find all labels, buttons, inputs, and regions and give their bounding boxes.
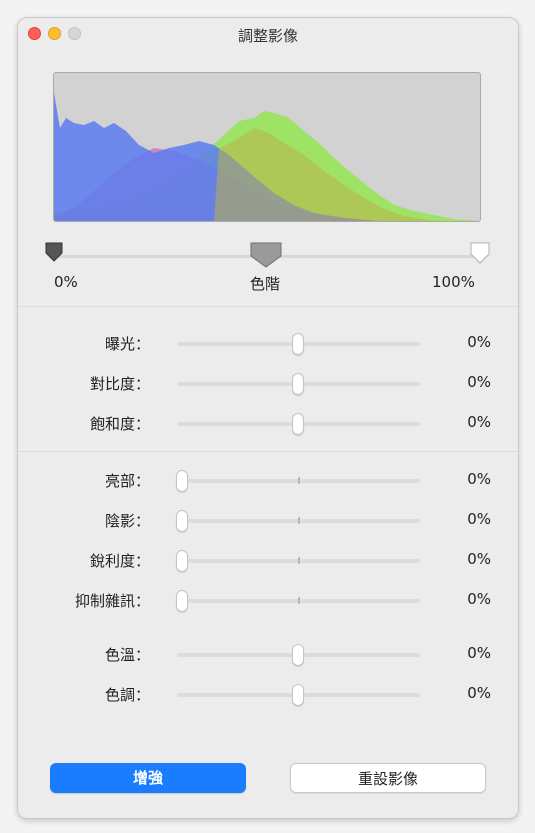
saturation-slider-knob[interactable] [292, 413, 304, 435]
contrast-slider-knob[interactable] [292, 373, 304, 395]
highlights-center-tick [298, 477, 300, 484]
shadows-value: 0% [467, 510, 491, 528]
sharpness-slider-knob[interactable] [176, 550, 188, 572]
divider [18, 451, 518, 452]
histogram [53, 72, 481, 222]
noise-reduction-slider-knob[interactable] [176, 590, 188, 612]
levels-max-label: 100% [432, 273, 475, 291]
temperature-slider-knob[interactable] [292, 644, 304, 666]
reset-image-button[interactable]: 重設影像 [290, 763, 486, 793]
levels-title-label: 色階 [250, 275, 281, 293]
histogram-overlap [214, 128, 434, 221]
tint-value: 0% [467, 684, 491, 702]
exposure-value: 0% [467, 333, 491, 351]
temperature-label: 色溫： [104, 646, 150, 664]
histogram-graph [54, 93, 480, 221]
saturation-value: 0% [467, 413, 491, 431]
levels-min-label: 0% [54, 273, 78, 291]
exposure-slider-knob[interactable] [292, 333, 304, 355]
title-bar: 調整影像 [18, 18, 518, 50]
sharpness-center-tick [298, 557, 300, 564]
divider [18, 306, 518, 307]
levels-white-point-handle[interactable] [470, 242, 490, 264]
sharpness-value: 0% [467, 550, 491, 568]
exposure-label: 曝光： [104, 335, 150, 353]
tint-slider-knob[interactable] [292, 684, 304, 706]
sharpness-label: 銳利度： [89, 552, 150, 570]
shadows-slider-knob[interactable] [176, 510, 188, 532]
contrast-value: 0% [467, 373, 491, 391]
adjust-image-window: 調整影像 0% 色階 100% 曝光： 0% 對比度： 0% 飽和度： 0% 亮… [17, 17, 519, 819]
noise-reduction-center-tick [298, 597, 300, 604]
levels-black-point-handle[interactable] [45, 242, 63, 262]
levels-midtone-handle[interactable] [250, 242, 282, 268]
shadows-label: 陰影： [104, 512, 150, 530]
noise-reduction-label: 抑制雜訊： [74, 592, 150, 610]
shadows-center-tick [298, 517, 300, 524]
enhance-button[interactable]: 增強 [50, 763, 246, 793]
temperature-value: 0% [467, 644, 491, 662]
highlights-value: 0% [467, 470, 491, 488]
tint-label: 色調： [104, 686, 150, 704]
saturation-label: 飽和度： [89, 415, 150, 433]
noise-reduction-value: 0% [467, 590, 491, 608]
highlights-slider-knob[interactable] [176, 470, 188, 492]
contrast-label: 對比度： [89, 375, 150, 393]
window-title: 調整影像 [237, 27, 298, 45]
highlights-label: 亮部： [104, 472, 150, 490]
